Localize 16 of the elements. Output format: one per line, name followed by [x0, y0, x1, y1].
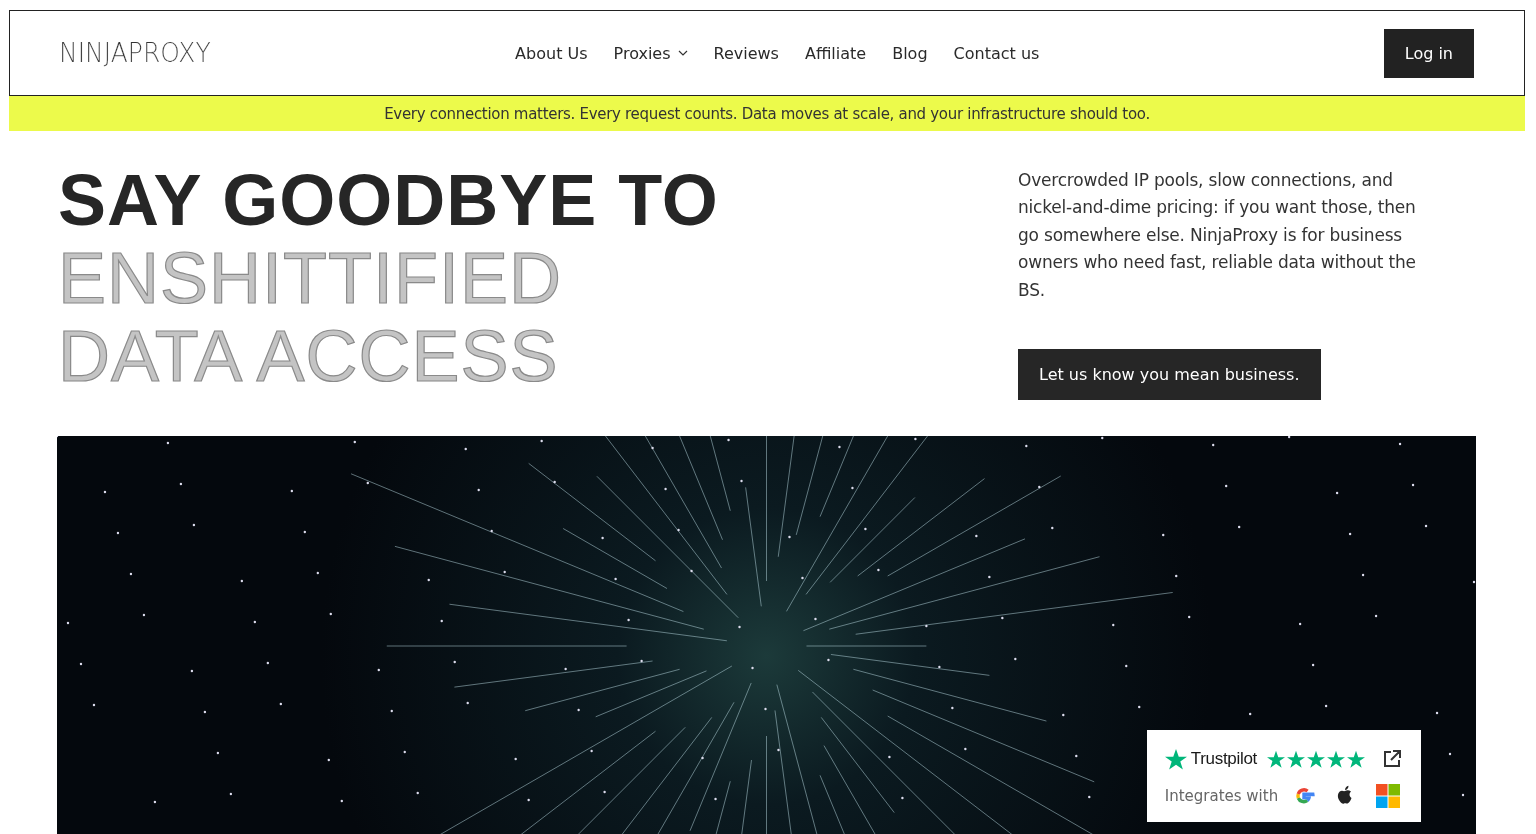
trustpilot-label: Trustpilot [1190, 749, 1257, 769]
nav-link[interactable]: Proxies [613, 43, 688, 63]
login-button[interactable]: Log in [1383, 28, 1474, 78]
cta-button[interactable]: Let us know you mean business. [1018, 349, 1321, 401]
headline-line: DATA ACCESS [58, 317, 559, 395]
nav-link[interactable]: Blog [892, 43, 928, 63]
nav-link[interactable]: Reviews [713, 43, 779, 63]
logo-wordmark[interactable]: NINJAPROXY [59, 37, 211, 69]
hero-description: Overcrowded IP pools, slow connections, and nickel-and-dime pricing: if you want those, then go somewhere else. NinjaProxy is for business owners who need fast, reliable data without the BS. [1018, 169, 1417, 302]
integrates-label: Integrates with [1164, 787, 1279, 805]
headline-line: ENSHITTIFIED [58, 239, 562, 317]
nav-link[interactable]: Contact us [953, 43, 1040, 63]
nav-link[interactable]: About Us [515, 43, 588, 63]
nav-link[interactable]: Affiliate [804, 43, 867, 63]
announcement-banner: Every connection matters. Every request counts. Data moves at scale, and your infrastructure should too. [9, 96, 1525, 131]
headline-line: SAY GOODBYE TO [58, 161, 719, 239]
